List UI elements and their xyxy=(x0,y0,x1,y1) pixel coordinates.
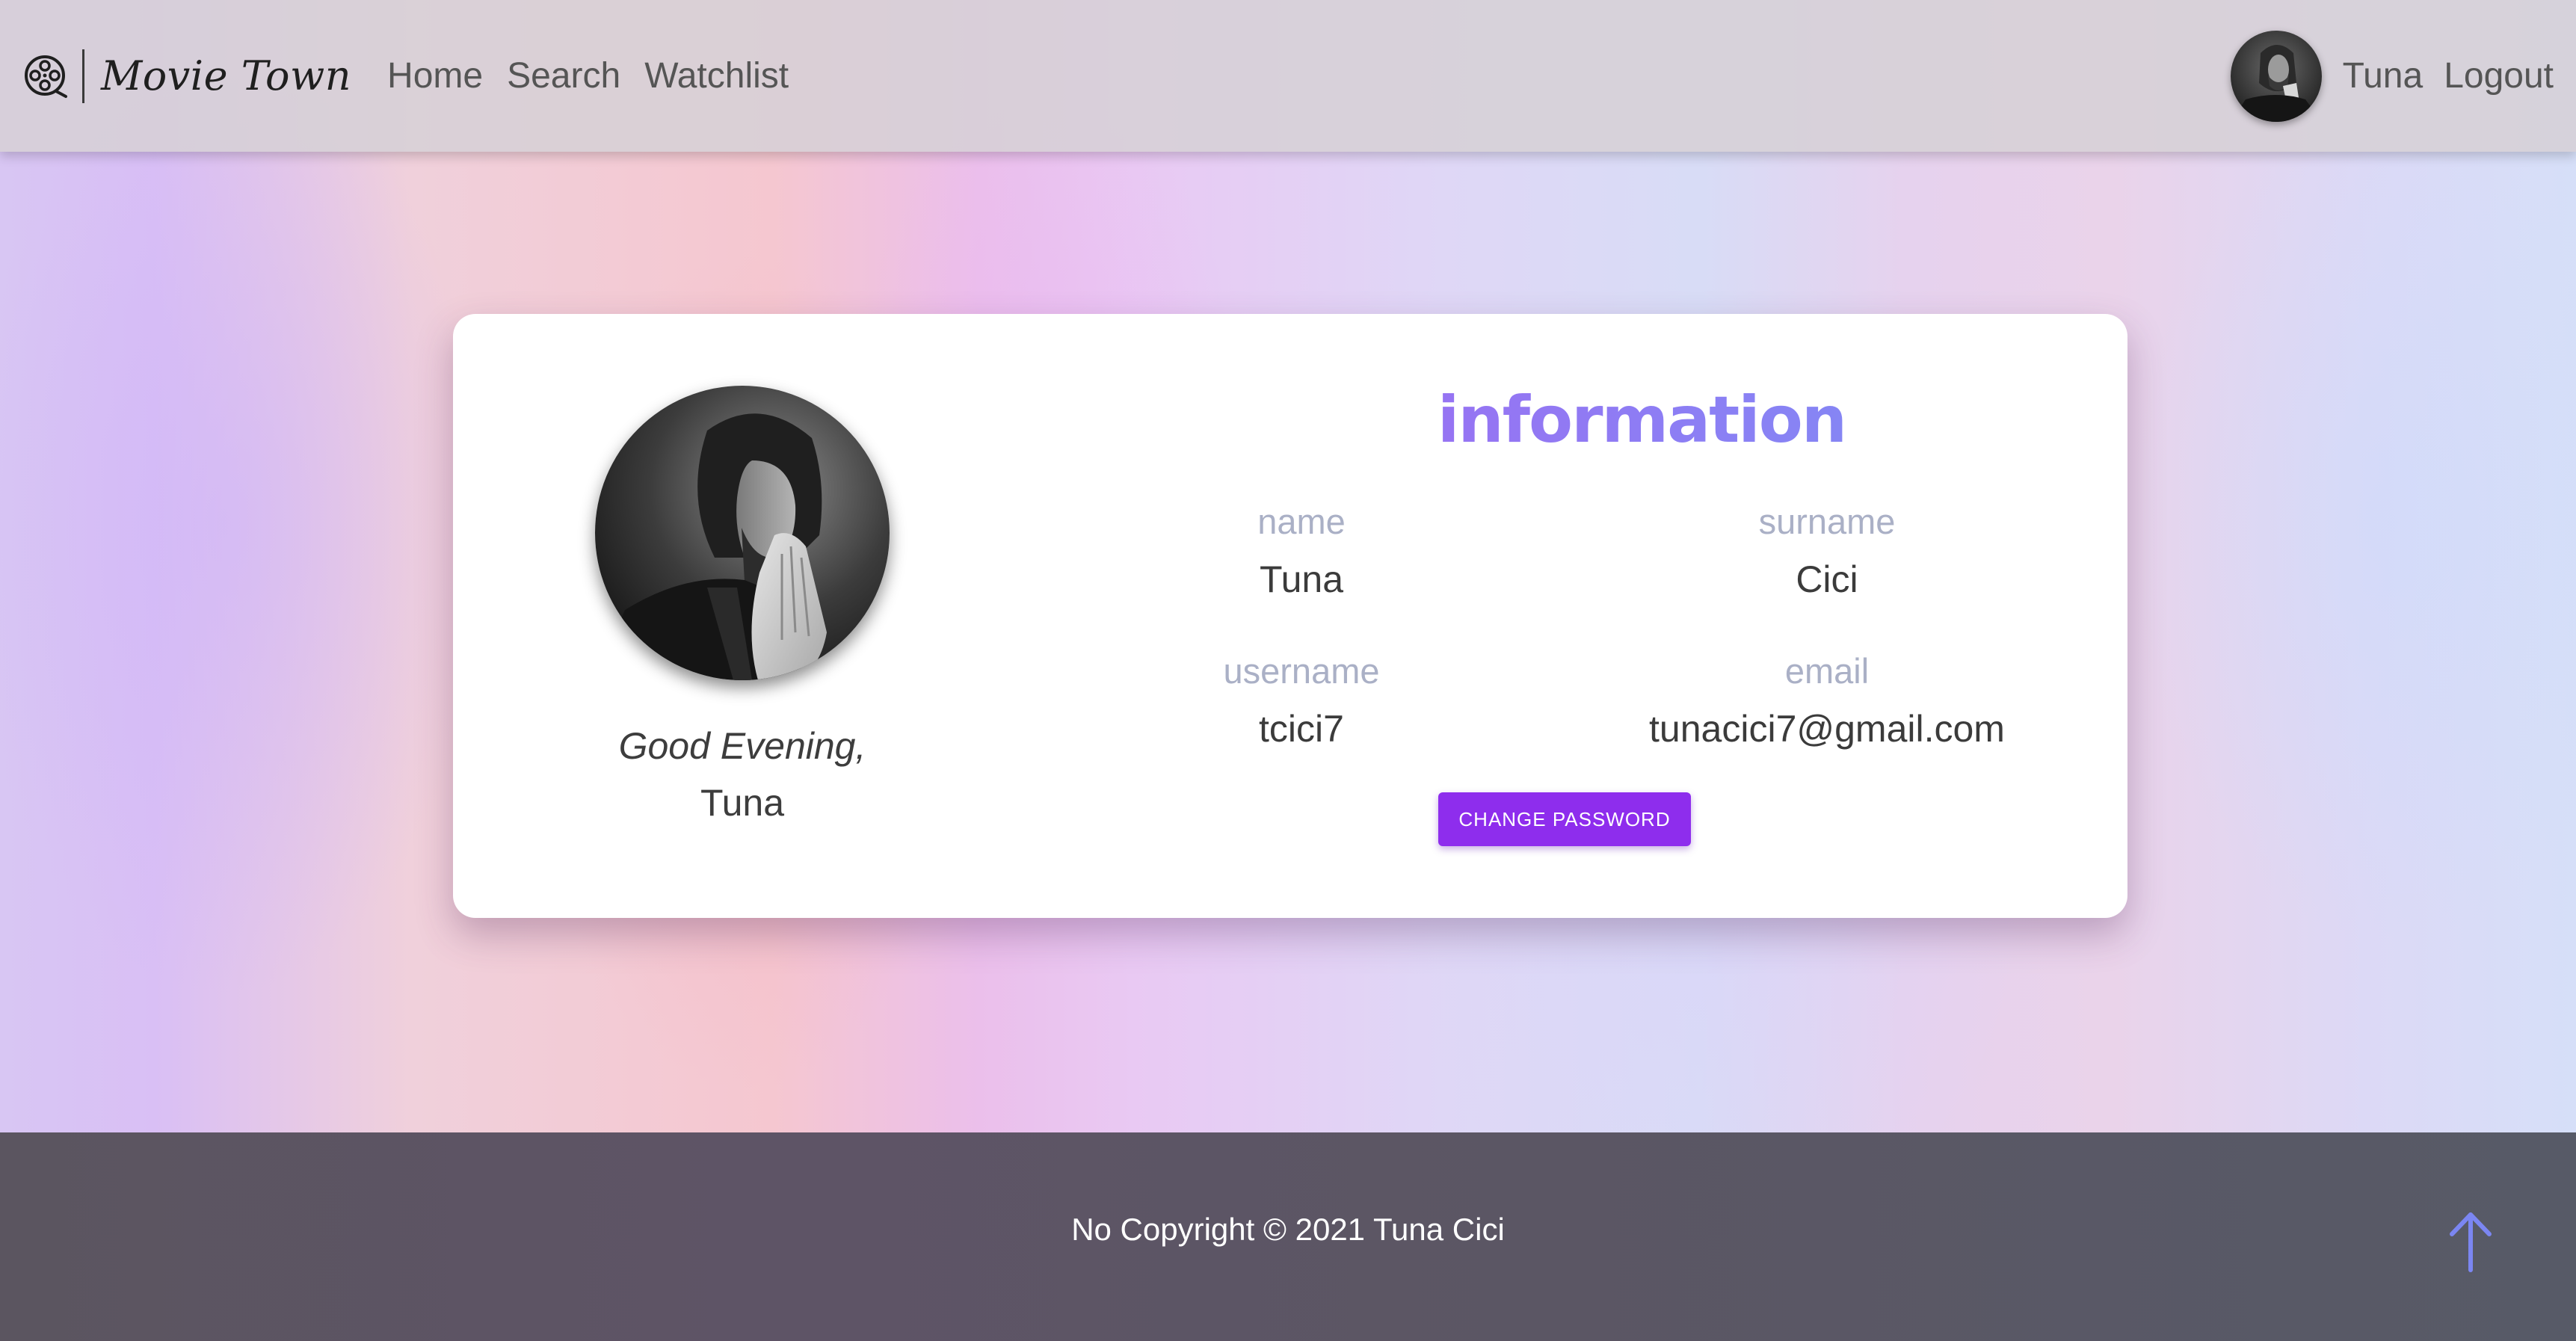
information-title: information xyxy=(1275,383,2008,457)
field-surname: surname Cici xyxy=(1565,499,2089,605)
greeting-name: Tuna xyxy=(700,782,785,824)
greeting-text: Good Evening, xyxy=(618,725,866,767)
field-name-label: name xyxy=(1257,502,1346,541)
footer-copyright: No Copyright © 2021 Tuna Cici xyxy=(1071,1212,1505,1247)
field-surname-value: Cici xyxy=(1796,558,1858,600)
field-surname-label: surname xyxy=(1758,502,1896,541)
profile-card: Good Evening, Tuna information name Tuna… xyxy=(453,314,2127,918)
nav-links: Home Search Watchlist xyxy=(387,55,789,96)
brand-divider xyxy=(82,49,84,103)
field-name-value: Tuna xyxy=(1259,558,1344,600)
field-username: username tcici7 xyxy=(1040,649,1563,755)
field-name: name Tuna xyxy=(1040,499,1563,605)
field-username-value: tcici7 xyxy=(1259,708,1344,750)
nav-link-home[interactable]: Home xyxy=(387,55,483,96)
field-email: email tunacici7@gmail.com xyxy=(1565,649,2089,755)
field-email-value: tunacici7@gmail.com xyxy=(1649,708,2005,750)
change-password-button[interactable]: CHANGE PASSWORD xyxy=(1438,792,1691,846)
field-username-label: username xyxy=(1223,651,1380,691)
footer: No Copyright © 2021 Tuna Cici xyxy=(0,1132,2576,1341)
greeting: Good Evening, Tuna xyxy=(535,718,949,831)
nav-avatar[interactable] xyxy=(2230,30,2322,122)
brand[interactable]: Movie Town xyxy=(22,0,351,152)
logout-link[interactable]: Logout xyxy=(2444,55,2554,96)
arrow-up-icon[interactable] xyxy=(2444,1207,2497,1274)
film-reel-icon xyxy=(22,53,69,99)
nav-link-search[interactable]: Search xyxy=(507,55,620,96)
brand-name[interactable]: Movie Town xyxy=(101,52,351,99)
field-email-label: email xyxy=(1784,651,1870,691)
navbar: Movie Town Home Search Watchlist Tuna Lo… xyxy=(0,0,2576,152)
nav-user-area: Tuna Logout xyxy=(2230,0,2554,152)
nav-username[interactable]: Tuna xyxy=(2343,55,2424,96)
nav-link-watchlist[interactable]: Watchlist xyxy=(644,55,789,96)
profile-column: Good Evening, Tuna xyxy=(595,314,890,918)
profile-photo xyxy=(595,386,890,680)
